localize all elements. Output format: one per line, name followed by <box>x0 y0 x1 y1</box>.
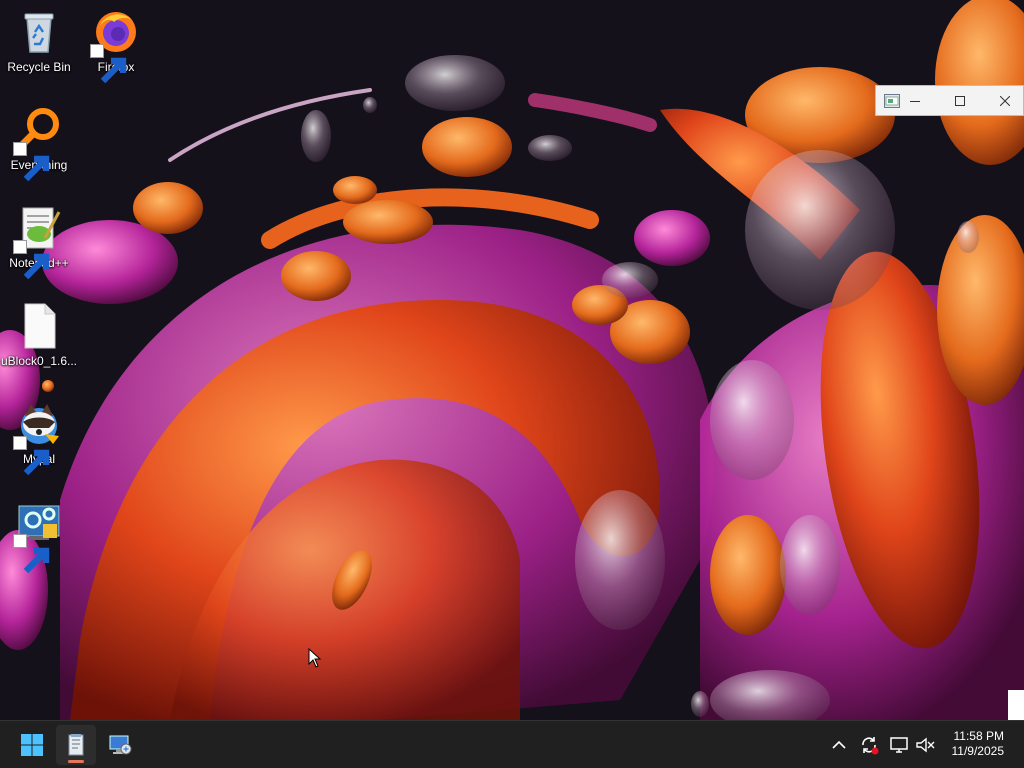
clock-date: 11/9/2025 <box>951 744 1005 758</box>
desktop-icon-settings-shortcut[interactable] <box>0 498 78 574</box>
minimized-window-titlebar[interactable] <box>875 85 1024 116</box>
notepad-app-icon <box>68 734 84 756</box>
start-button[interactable] <box>12 725 52 765</box>
desktop-icon-mypal[interactable]: Mypal <box>0 400 78 476</box>
shortcut-arrow-icon <box>13 534 50 574</box>
mouse-cursor-icon <box>308 648 322 668</box>
clock-time: 11:58 PM <box>953 729 1004 743</box>
minimize-icon <box>909 101 920 102</box>
sync-icon[interactable] <box>858 734 880 756</box>
notepad-plus-plus-icon <box>13 204 63 280</box>
offscreen-window-edge[interactable] <box>1008 690 1024 720</box>
mypal-browser-icon <box>13 400 63 476</box>
shortcut-arrow-icon <box>90 44 127 84</box>
desktop-icon-ublock-file[interactable]: uBlock0_1.6... <box>0 302 78 368</box>
chevron-up-icon[interactable] <box>828 734 850 756</box>
windows-start-icon <box>21 734 43 756</box>
everything-search-icon <box>13 106 63 182</box>
minimize-button[interactable] <box>892 86 937 116</box>
shortcut-arrow-icon <box>13 142 50 182</box>
close-button[interactable] <box>982 86 1024 116</box>
taskbar-app-network-computer[interactable] <box>100 725 140 765</box>
system-clock[interactable]: 11:58 PM 11/9/2025 <box>952 729 1005 759</box>
desktop-icon-label: uBlock0_1.6... <box>0 354 78 368</box>
desktop-icon-notepad-plus-plus[interactable]: Notepad++ <box>0 204 78 280</box>
network-display-icon[interactable] <box>888 734 910 756</box>
shortcut-arrow-icon <box>13 240 50 280</box>
desktop-icon-recycle-bin[interactable]: Recycle Bin <box>0 8 78 74</box>
blank-file-icon <box>15 302 63 350</box>
shortcut-arrow-icon <box>13 436 50 476</box>
desktop-icon-firefox[interactable]: Firefox <box>77 8 155 84</box>
desktop-icon-everything[interactable]: Everything <box>0 106 78 182</box>
firefox-icon <box>90 8 140 84</box>
close-icon <box>999 96 1010 106</box>
maximize-icon <box>954 96 965 106</box>
settings-shortcut-icon <box>13 498 63 574</box>
maximize-button[interactable] <box>937 86 982 116</box>
taskbar-app-notepad[interactable] <box>56 725 96 765</box>
network-computer-icon <box>109 735 132 755</box>
desktop-wallpaper <box>0 0 1024 720</box>
volume-muted-icon[interactable] <box>914 734 936 756</box>
active-app-indicator <box>68 760 84 763</box>
recycle-bin-icon <box>15 8 63 56</box>
desktop-icon-label: Recycle Bin <box>7 60 71 74</box>
